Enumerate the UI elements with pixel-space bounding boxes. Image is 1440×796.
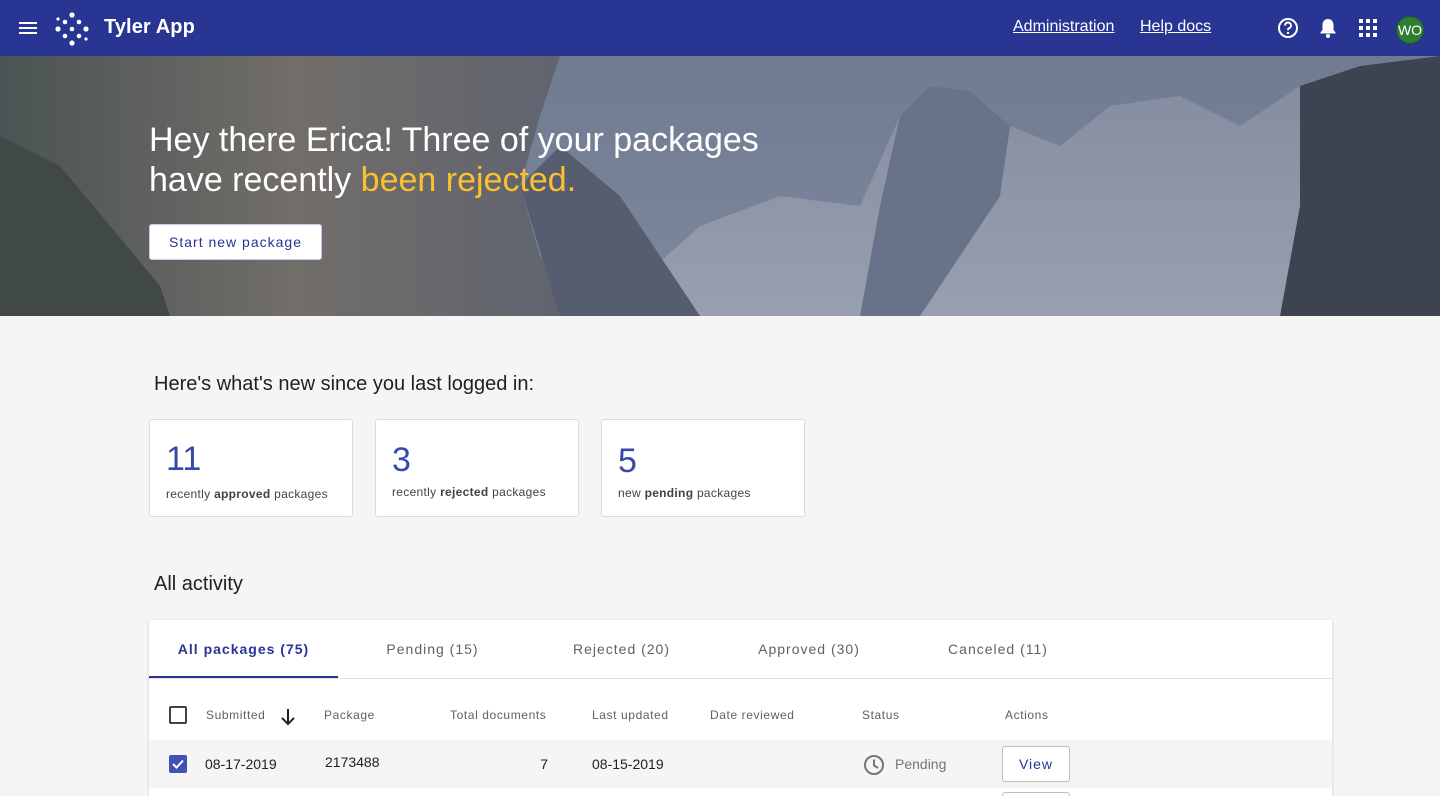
help-icon[interactable]	[1276, 16, 1300, 40]
pending-summary-card[interactable]: 5 new pending packages	[601, 419, 805, 517]
tab-divider	[149, 678, 1332, 679]
sort-descending-icon[interactable]	[278, 707, 298, 727]
menu-icon[interactable]	[16, 16, 40, 40]
checkmark-icon	[172, 759, 184, 769]
rejected-summary-card[interactable]: 3 recently rejected packages	[375, 419, 579, 517]
hero-headline: Hey there Erica! Three of your packages …	[149, 120, 829, 200]
tab-approved[interactable]: Approved (30)	[716, 620, 902, 678]
stat-number: 5	[618, 442, 637, 480]
clock-icon	[863, 754, 885, 776]
cell-last-updated: 08-15-2019	[592, 756, 664, 772]
administration-link[interactable]: Administration	[1013, 18, 1114, 36]
table-row[interactable]: 08-17-2019 2173488 7 08-15-2019 Pending …	[149, 740, 1332, 788]
activity-title: All activity	[154, 573, 243, 595]
column-header-package[interactable]: Package	[324, 708, 375, 722]
start-new-package-button[interactable]: Start new package	[149, 224, 322, 260]
hero-banner: Hey there Erica! Three of your packages …	[0, 56, 1440, 316]
app-title: Tyler App	[104, 16, 195, 38]
stat-number: 11	[166, 440, 202, 478]
cell-total-documents: 7	[540, 756, 548, 772]
stat-number: 3	[392, 441, 411, 479]
column-header-submitted[interactable]: Submitted	[206, 708, 265, 722]
app-logo-icon	[54, 11, 90, 47]
row-checkbox[interactable]	[169, 755, 187, 773]
column-header-total-documents[interactable]: Total documents	[450, 708, 546, 722]
summary-title: Here's what's new since you last logged …	[154, 373, 535, 395]
help-docs-link[interactable]: Help docs	[1140, 18, 1211, 36]
stat-description: recently approved packages	[166, 487, 328, 501]
stat-description: new pending packages	[618, 486, 751, 500]
tab-pending[interactable]: Pending (15)	[338, 620, 527, 678]
approved-summary-card[interactable]: 11 recently approved packages	[149, 419, 353, 517]
tab-canceled[interactable]: Canceled (11)	[902, 620, 1094, 678]
activity-panel: All packages (75) Pending (15) Rejected …	[149, 620, 1332, 796]
column-header-last-updated[interactable]: Last updated	[592, 708, 669, 722]
stat-description: recently rejected packages	[392, 485, 546, 499]
apps-grid-icon[interactable]	[1356, 16, 1380, 40]
column-header-date-reviewed[interactable]: Date reviewed	[710, 708, 795, 722]
select-all-checkbox[interactable]	[169, 706, 187, 724]
bell-icon[interactable]	[1316, 16, 1340, 40]
view-button[interactable]: View	[1002, 746, 1070, 782]
cell-package: 2173488	[325, 754, 380, 770]
cell-submitted: 08-17-2019	[205, 756, 277, 772]
status-badge: Pending	[895, 756, 947, 772]
tab-all-packages[interactable]: All packages (75)	[149, 620, 338, 678]
tab-rejected[interactable]: Rejected (20)	[527, 620, 716, 678]
hero-headline-highlight: been rejected.	[360, 161, 577, 199]
app-bar: Tyler App Administration Help docs WO	[0, 0, 1440, 56]
user-avatar[interactable]: WO	[1396, 16, 1424, 44]
column-header-status[interactable]: Status	[862, 708, 900, 722]
column-header-actions: Actions	[1005, 708, 1049, 722]
view-button-next-row[interactable]	[1002, 792, 1070, 796]
